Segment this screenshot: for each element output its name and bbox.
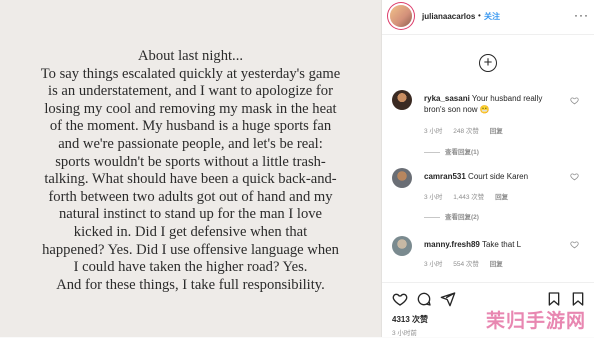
watermark-logo: 茉归手游网 xyxy=(485,310,586,332)
post-image: About last night... To say things escala… xyxy=(0,0,382,337)
commenter-username[interactable]: ryka_sasani xyxy=(424,94,470,103)
reply-button[interactable]: 回复 xyxy=(490,261,503,268)
commenter-avatar[interactable] xyxy=(392,168,412,188)
commenter-username[interactable]: camran531 xyxy=(424,172,466,181)
post-line: is an understatement, and I want to apol… xyxy=(48,83,333,100)
post-line: kicked in. Did I get defensive when that xyxy=(73,223,308,240)
heart-icon[interactable] xyxy=(570,240,579,249)
post-line: talking. What should have been a quick b… xyxy=(44,171,337,188)
comment-time: 3 小时 xyxy=(424,261,443,268)
post-line: To say things escalated quickly at yeste… xyxy=(40,65,341,82)
comment-time: 3 小时 xyxy=(424,128,443,135)
post-line: happened? Yes. Did I use offensive langu… xyxy=(42,241,339,258)
comment-meta: 3 小时 248 次赞 回复 xyxy=(424,125,512,135)
post-likes-count[interactable]: 4313 次赞 xyxy=(392,314,428,325)
follow-button[interactable]: 关注 xyxy=(484,11,500,22)
comment-likes[interactable]: 1,443 次赞 xyxy=(453,194,484,201)
comment-likes[interactable]: 248 次赞 xyxy=(453,128,479,135)
post-line: natural instinct to stand up for the man… xyxy=(58,206,323,223)
load-more-comments-button[interactable]: + xyxy=(479,54,497,72)
post-timestamp: 3 小时前 xyxy=(392,330,417,337)
comment-text: Take that L xyxy=(481,240,522,249)
post-header: julianaacarlos • 关注 ··· xyxy=(382,0,594,35)
comment-body: ryka_sasani Your husband really bron's s… xyxy=(424,93,560,115)
reply-button[interactable]: 回复 xyxy=(495,194,508,201)
comment-icon[interactable] xyxy=(416,291,432,307)
like-heart-icon[interactable] xyxy=(392,291,408,307)
heart-icon[interactable] xyxy=(570,96,579,105)
view-replies-link[interactable]: 查看回复(2) xyxy=(424,211,479,221)
comment-body: camran531 Court side Karen xyxy=(424,171,560,182)
commenter-username[interactable]: manny.fresh89 xyxy=(424,240,480,249)
post-line: losing my cool and removing my mask in t… xyxy=(44,100,337,117)
owner-avatar[interactable] xyxy=(390,5,412,27)
comment-body: manny.fresh89 Take that L xyxy=(424,239,560,250)
instagram-post-view: About last night... To say things escala… xyxy=(0,0,594,337)
post-statement-text: About last night... To say things escala… xyxy=(14,48,367,294)
post-line: About last night... xyxy=(138,48,243,64)
comment-meta: 3 小时 1,443 次赞 回复 xyxy=(424,191,517,201)
post-line: sports wouldn't be sports without a litt… xyxy=(55,153,326,170)
comment-likes[interactable]: 554 次赞 xyxy=(453,261,479,268)
commenter-avatar[interactable] xyxy=(392,90,412,110)
comment-time: 3 小时 xyxy=(424,194,443,201)
save-alt-bookmark-icon[interactable] xyxy=(570,291,586,307)
post-line: of the moment. My husband is a huge spor… xyxy=(49,118,332,135)
owner-username[interactable]: julianaacarlos xyxy=(422,12,475,21)
post-line: I could have taken the higher road? Yes. xyxy=(73,259,308,276)
post-line: and we're passionate people, and let's b… xyxy=(58,135,323,152)
comments-panel: julianaacarlos • 关注 ··· + ryka_sasani Yo… xyxy=(382,0,594,337)
reply-button[interactable]: 回复 xyxy=(490,128,503,135)
share-icon[interactable] xyxy=(440,291,456,307)
more-icon[interactable]: ··· xyxy=(574,8,589,22)
plus-circle-icon: + xyxy=(483,54,493,71)
header-separator: • xyxy=(478,11,481,20)
heart-icon[interactable] xyxy=(570,172,579,181)
post-line: forth between two adults got out of hand… xyxy=(48,188,333,205)
view-replies-link[interactable]: 查看回复(1) xyxy=(424,146,479,156)
comment-meta: 3 小时 554 次赞 回复 xyxy=(424,258,512,268)
comment-text: Court side Karen xyxy=(468,172,529,181)
commenter-avatar[interactable] xyxy=(392,236,412,256)
post-line: And for these things, I take full respon… xyxy=(56,276,325,293)
bookmark-icon[interactable] xyxy=(546,291,562,307)
